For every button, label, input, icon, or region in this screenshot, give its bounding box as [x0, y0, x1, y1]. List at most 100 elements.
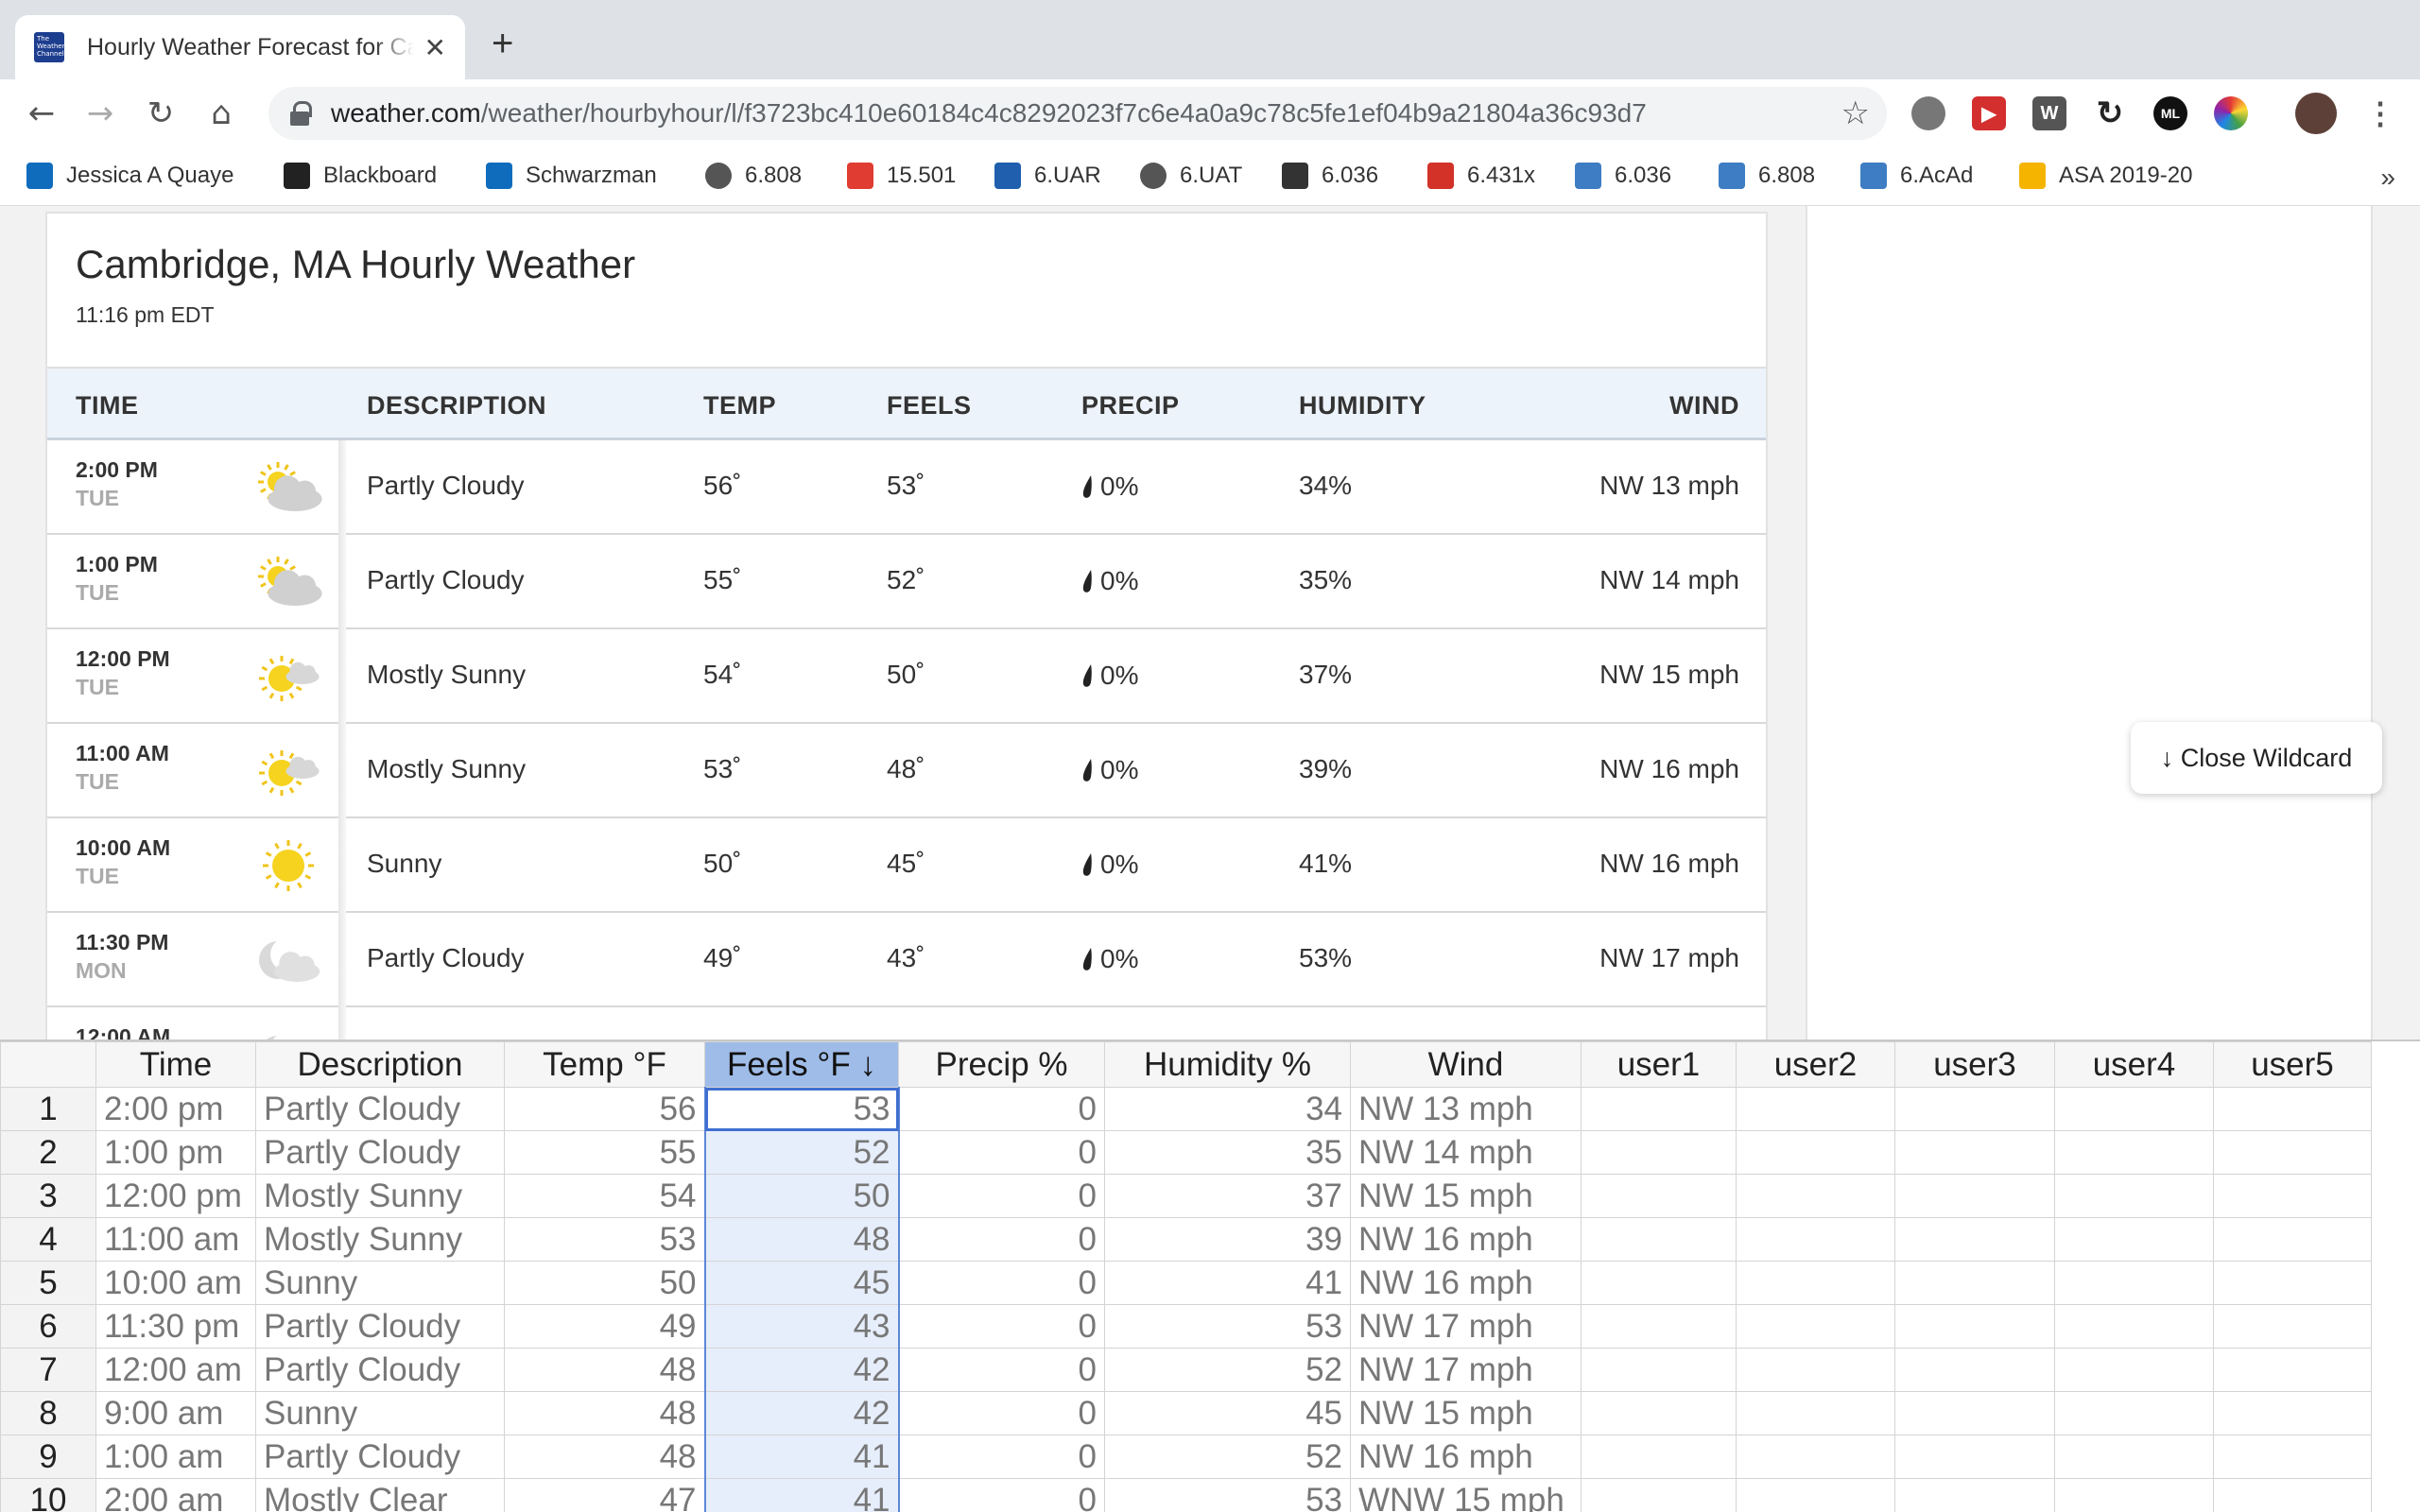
table-cell[interactable]: 52 [1104, 1348, 1351, 1392]
bookmark-item[interactable]: 6.431x [1427, 161, 1535, 191]
column-header[interactable]: user1 [1581, 1041, 1737, 1088]
row-number[interactable]: 8 [0, 1391, 96, 1435]
table-cell[interactable]: 43 [703, 1304, 900, 1349]
table-cell[interactable]: 12:00 pm [95, 1174, 256, 1218]
table-cell[interactable] [2054, 1087, 2214, 1131]
table-cell[interactable] [1894, 1348, 2055, 1392]
back-icon[interactable]: ← [21, 93, 62, 134]
table-cell[interactable]: NW 16 mph [1350, 1435, 1582, 1479]
column-header[interactable]: Time [95, 1041, 256, 1088]
row-number[interactable]: 4 [0, 1217, 96, 1262]
forward-icon[interactable]: → [79, 93, 121, 134]
column-header[interactable]: user5 [2213, 1041, 2372, 1088]
bookmark-item[interactable]: 6.AcAd [1860, 161, 1973, 191]
table-cell[interactable] [1736, 1174, 1895, 1218]
table-cell[interactable] [2213, 1304, 2372, 1349]
table-cell[interactable] [1736, 1478, 1895, 1512]
table-cell[interactable]: 55 [504, 1130, 705, 1175]
bookmark-item[interactable]: 6.UAT [1140, 161, 1242, 191]
row-number[interactable]: 7 [0, 1348, 96, 1392]
table-cell[interactable]: 0 [898, 1261, 1105, 1305]
table-cell[interactable]: Mostly Sunny [255, 1217, 505, 1262]
row-number[interactable]: 5 [0, 1261, 96, 1305]
table-cell[interactable] [1581, 1174, 1737, 1218]
table-cell[interactable]: 35 [1104, 1130, 1351, 1175]
table-cell[interactable]: 12:00 am [95, 1348, 256, 1392]
table-cell[interactable]: Partly Cloudy [255, 1304, 505, 1349]
extension-refresh-icon[interactable]: ↻ [2093, 95, 2127, 131]
table-cell[interactable] [1736, 1130, 1895, 1175]
close-wildcard-button[interactable]: ↓ Close Wildcard [2131, 722, 2382, 794]
table-cell[interactable] [1894, 1478, 2055, 1512]
table-cell[interactable]: 0 [898, 1174, 1105, 1218]
table-cell[interactable] [2213, 1391, 2372, 1435]
header-description[interactable]: DESCRIPTION [367, 391, 546, 421]
table-cell[interactable] [1581, 1261, 1737, 1305]
table-cell[interactable]: 53 [1104, 1478, 1351, 1512]
table-cell[interactable]: NW 17 mph [1350, 1348, 1582, 1392]
table-cell[interactable]: NW 15 mph [1350, 1391, 1582, 1435]
table-cell[interactable] [2054, 1478, 2214, 1512]
hourly-row[interactable]: 1:00 PM TUE Partly Cloudy 55˚ 52˚ 0% 35%… [47, 535, 1766, 629]
table-cell[interactable] [1894, 1261, 2055, 1305]
column-header[interactable]: Humidity % [1104, 1041, 1351, 1088]
table-cell[interactable]: 0 [898, 1304, 1105, 1349]
column-header[interactable]: user4 [2054, 1041, 2214, 1088]
table-cell[interactable]: 53 [1104, 1304, 1351, 1349]
hourly-row[interactable]: 11:00 AM TUE Mostly Sunny 53˚ 48˚ 0% 39%… [47, 724, 1766, 818]
extension-play-icon[interactable]: ▶ [1972, 96, 2006, 130]
table-cell[interactable]: 10:00 am [95, 1261, 256, 1305]
header-precip[interactable]: PRECIP [1081, 391, 1180, 421]
table-cell[interactable] [1736, 1435, 1895, 1479]
table-cell[interactable] [1581, 1435, 1737, 1479]
browser-tab[interactable]: The Weather Channel Hourly Weather Forec… [15, 15, 465, 79]
extension-color-wheel-icon[interactable] [2214, 96, 2248, 130]
new-tab-icon[interactable]: + [492, 25, 513, 62]
close-tab-icon[interactable]: ✕ [424, 32, 446, 63]
hourly-row[interactable]: 2:00 PM TUE Partly Cloudy 56˚ 53˚ 0% 34%… [47, 440, 1766, 535]
profile-avatar[interactable] [2295, 93, 2337, 134]
table-cell[interactable]: 45 [1104, 1391, 1351, 1435]
column-header[interactable]: Temp °F [504, 1041, 705, 1088]
table-cell[interactable]: 2:00 pm [95, 1087, 256, 1131]
table-cell[interactable] [1736, 1217, 1895, 1262]
table-cell[interactable]: Partly Cloudy [255, 1130, 505, 1175]
table-cell[interactable]: NW 16 mph [1350, 1217, 1582, 1262]
bookmark-star-icon[interactable]: ☆ [1841, 94, 1870, 132]
table-cell[interactable]: 1:00 am [95, 1435, 256, 1479]
bookmark-item[interactable]: 6.036 [1282, 161, 1378, 191]
table-cell[interactable]: NW 17 mph [1350, 1304, 1582, 1349]
table-cell[interactable] [1581, 1217, 1737, 1262]
bookmark-item[interactable]: 6.UAR [994, 161, 1101, 191]
table-cell[interactable] [2054, 1304, 2214, 1349]
table-cell[interactable]: 11:30 pm [95, 1304, 256, 1349]
table-cell[interactable]: 52 [703, 1130, 900, 1175]
table-cell[interactable]: 50 [703, 1174, 900, 1218]
table-cell[interactable]: 48 [504, 1435, 705, 1479]
table-cell[interactable] [1736, 1348, 1895, 1392]
table-cell[interactable]: 53 [703, 1087, 900, 1131]
table-cell[interactable]: 41 [1104, 1261, 1351, 1305]
table-cell[interactable]: 39 [1104, 1217, 1351, 1262]
reload-icon[interactable]: ↻ [140, 93, 182, 134]
table-cell[interactable]: Sunny [255, 1391, 505, 1435]
table-cell[interactable] [1736, 1261, 1895, 1305]
table-cell[interactable]: 50 [504, 1261, 705, 1305]
table-cell[interactable]: WNW 15 mph [1350, 1478, 1582, 1512]
table-cell[interactable] [2054, 1130, 2214, 1175]
table-cell[interactable] [1894, 1435, 2055, 1479]
table-cell[interactable]: 48 [504, 1391, 705, 1435]
table-cell[interactable]: 0 [898, 1478, 1105, 1512]
table-cell[interactable]: 0 [898, 1217, 1105, 1262]
address-bar[interactable]: weather.com/weather/hourbyhour/l/f3723bc… [268, 87, 1887, 140]
table-cell[interactable] [2054, 1391, 2214, 1435]
table-cell[interactable]: 0 [898, 1391, 1105, 1435]
extension-w-icon[interactable]: W [2032, 96, 2066, 130]
bookmark-item[interactable]: Blackboard [284, 161, 437, 191]
bookmark-item[interactable]: 6.808 [1719, 161, 1815, 191]
header-wind[interactable]: WIND [1669, 391, 1739, 421]
table-cell[interactable] [2054, 1435, 2214, 1479]
table-cell[interactable]: 0 [898, 1130, 1105, 1175]
table-cell[interactable] [2213, 1217, 2372, 1262]
hourly-row[interactable]: 10:00 AM TUE Sunny 50˚ 45˚ 0% 41% NW 16 … [47, 818, 1766, 913]
